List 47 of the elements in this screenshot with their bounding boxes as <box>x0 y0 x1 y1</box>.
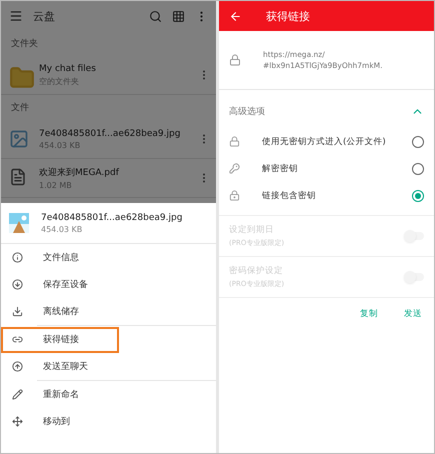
download-icon <box>12 306 23 317</box>
file-name: My chat files <box>39 64 97 74</box>
menu-item[interactable]: 离线储存 <box>1 298 216 324</box>
section-label: 文件夹 <box>10 38 39 51</box>
radio-button[interactable] <box>412 190 424 202</box>
menu-item[interactable]: 移动到 <box>1 408 216 434</box>
image-icon <box>9 129 29 149</box>
key-icon <box>229 163 240 174</box>
file-detail: 1.02 MB <box>39 181 73 190</box>
radio-button[interactable] <box>412 162 424 174</box>
file-row[interactable]: My chat files 空的文件夹 <box>1 56 216 95</box>
info-icon <box>12 252 23 263</box>
file-detail: 454.03 KB <box>41 224 84 234</box>
lock-icon <box>229 190 240 201</box>
link-icon <box>12 334 23 345</box>
section-label: 高级选项 <box>229 106 265 118</box>
menu-icon[interactable] <box>9 9 23 23</box>
move-icon <box>12 416 23 427</box>
option-label: 链接包含密钥 <box>262 190 317 202</box>
file-name: 7e408485801f...ae628bea9.jpg <box>41 212 184 222</box>
menu-item[interactable]: 保存至设备 <box>1 272 216 298</box>
file-name: 7e408485801f...ae628bea9.jpg <box>39 128 182 138</box>
section-label: 文件 <box>10 102 30 115</box>
pencil-icon <box>12 389 23 400</box>
menu-item[interactable]: 文件信息 <box>1 244 216 270</box>
upload-circle-icon <box>12 361 23 372</box>
menu-item[interactable]: 发送至聊天 <box>1 354 216 380</box>
search-icon[interactable] <box>149 10 162 22</box>
file-detail: 454.03 KB <box>39 140 82 150</box>
screen-title: 云盘 <box>33 8 56 24</box>
menu-item[interactable]: 重新命名 <box>1 382 180 408</box>
back-icon[interactable] <box>229 10 242 22</box>
folder-icon <box>9 65 35 91</box>
file-detail: 空的文件夹 <box>39 76 80 86</box>
screen-title: 获得链接 <box>266 8 310 24</box>
menu-item[interactable]: 获得链接 <box>1 326 119 352</box>
download-circle-icon <box>12 279 23 290</box>
document-icon <box>9 168 27 186</box>
lock-icon <box>229 54 241 66</box>
radio-button[interactable] <box>412 136 424 148</box>
file-row[interactable]: 7e408485801f...ae628bea9.jpg 454.03 KB <box>1 120 216 159</box>
file-name: 欢迎来到MEGA.pdf <box>39 166 120 179</box>
option-label: 解密密钥 <box>262 162 299 174</box>
lock-icon <box>229 136 240 147</box>
file-row[interactable]: 欢迎来到MEGA.pdf 1.02 MB <box>1 159 216 198</box>
grid-icon[interactable] <box>172 10 185 22</box>
option-label: 使用无密钥方式进入(公开文件) <box>262 136 387 148</box>
